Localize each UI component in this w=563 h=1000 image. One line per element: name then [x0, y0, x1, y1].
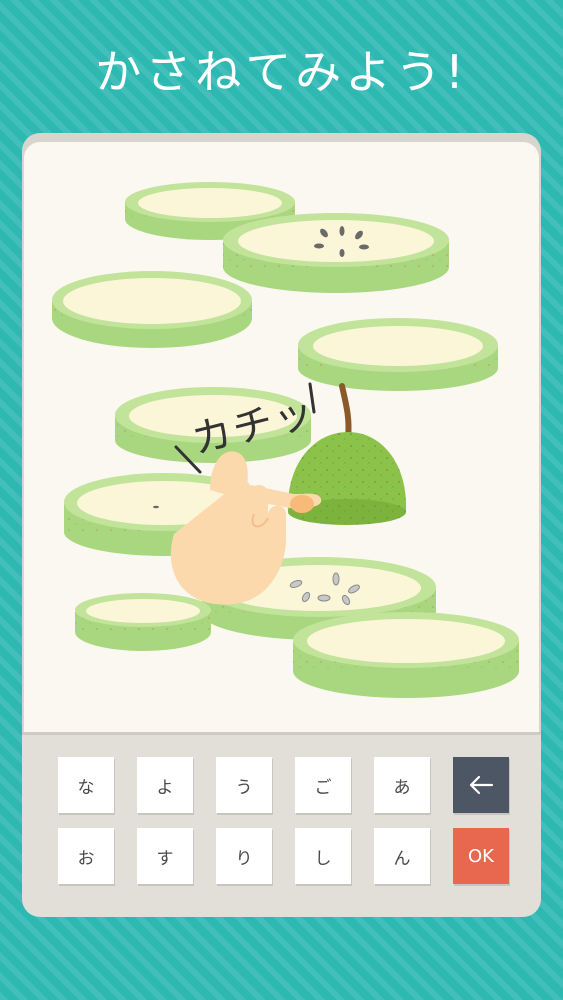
- pear-slice[interactable]: [293, 612, 519, 698]
- answer-keypad: な よ う ご あ お す り し ん OK: [22, 732, 541, 917]
- key-go[interactable]: ご: [295, 757, 351, 813]
- game-canvas[interactable]: カチッ: [24, 142, 539, 732]
- key-n[interactable]: ん: [374, 828, 430, 884]
- key-a[interactable]: あ: [374, 757, 430, 813]
- pear-slice[interactable]: [52, 271, 252, 348]
- pear-slice[interactable]: [75, 593, 211, 651]
- key-ri[interactable]: り: [216, 828, 272, 884]
- key-shi[interactable]: し: [295, 828, 351, 884]
- key-o[interactable]: お: [58, 828, 114, 884]
- key-na[interactable]: な: [58, 757, 114, 813]
- key-yo[interactable]: よ: [137, 757, 193, 813]
- pear-scene: カチッ: [52, 182, 519, 698]
- page-title: かさねてみよう!: [95, 45, 468, 99]
- pear-slice[interactable]: [298, 318, 498, 391]
- back-arrow-icon: [469, 775, 494, 795]
- back-button[interactable]: [453, 757, 509, 813]
- key-u[interactable]: う: [216, 757, 272, 813]
- ok-button[interactable]: OK: [453, 828, 509, 884]
- pear-slice[interactable]: [223, 213, 449, 293]
- key-su[interactable]: す: [137, 828, 193, 884]
